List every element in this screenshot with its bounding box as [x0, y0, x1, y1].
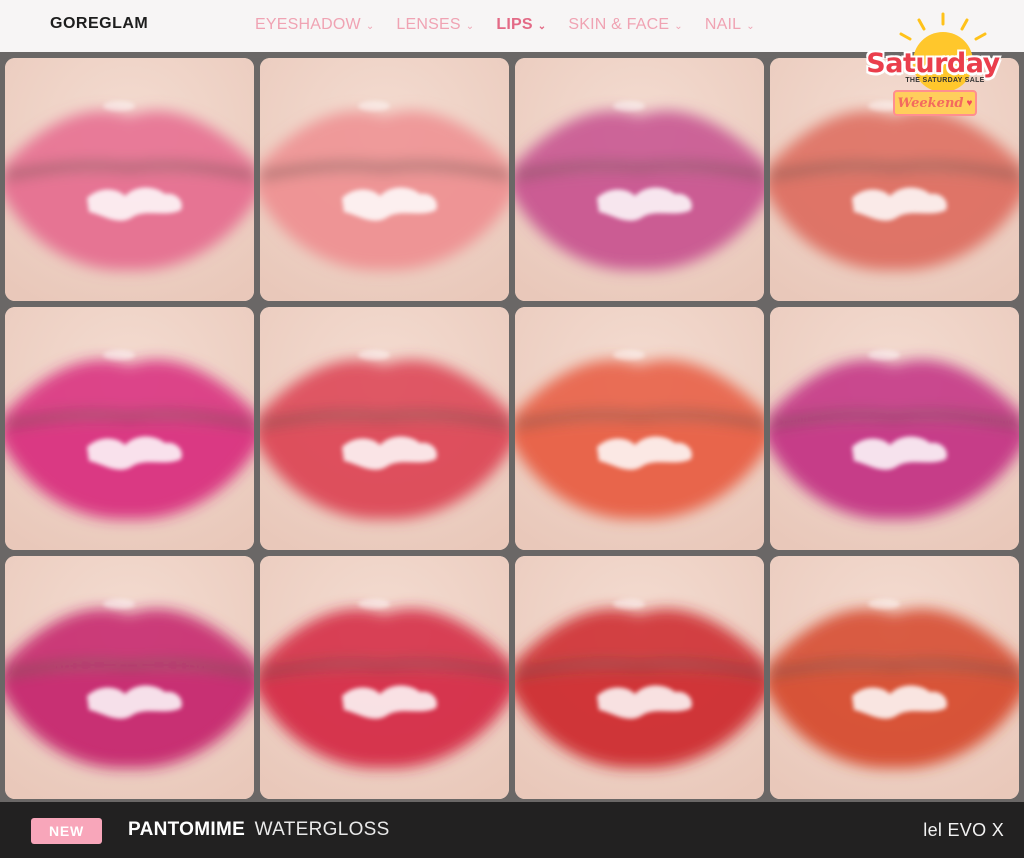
chevron-down-icon: ⌄ — [465, 20, 475, 32]
chevron-down-icon: ⌄ — [537, 20, 547, 32]
nav-item-skin-face[interactable]: SKIN & FACE ⌄ — [568, 16, 683, 34]
lip-swatch-image — [770, 307, 1019, 550]
product-name: PANTOMIME — [128, 819, 246, 840]
lip-swatch-image — [515, 58, 764, 301]
category-nav: EYESHADOW ⌄ LENSES ⌄ LIPS ⌄ SKIN & FACE ⌄ NAIL ⌄ — [255, 16, 777, 34]
lip-swatch-image — [5, 307, 254, 550]
lip-swatch-image — [260, 556, 509, 799]
nav-item-label: NAIL — [704, 16, 742, 33]
saturday-sale-badge: Saturday THE SATURDAY SALE Weekend ♥ — [857, 10, 1009, 122]
nav-item-eyeshadow[interactable]: EYESHADOW ⌄ — [255, 16, 374, 34]
lip-swatch-image — [515, 307, 764, 550]
lip-swatch-image — [260, 307, 509, 550]
lip-swatch[interactable] — [260, 58, 509, 301]
badge-subtitle: THE SATURDAY SALE — [905, 77, 985, 84]
chevron-down-icon: ⌄ — [674, 20, 683, 32]
nav-item-label: LIPS — [496, 16, 533, 33]
lip-swatch-image — [5, 58, 254, 301]
lip-swatch[interactable] — [515, 307, 764, 550]
new-tag: NEW — [31, 818, 102, 844]
nav-item-lips[interactable]: LIPS ⌄ — [496, 16, 546, 34]
product-footer: NEW PANTOMIME WATERGLOSS lel EVO X — [0, 802, 1024, 858]
nav-item-lenses[interactable]: LENSES ⌄ — [396, 16, 474, 34]
swatch-grid — [5, 58, 1019, 799]
heart-icon: ♥ — [966, 97, 973, 109]
nav-item-label: SKIN & FACE — [568, 16, 670, 33]
badge-weekend-pill: Weekend ♥ — [893, 90, 977, 116]
lip-swatch[interactable] — [5, 556, 254, 799]
product-title: PANTOMIME WATERGLOSS — [128, 819, 390, 841]
nav-item-nail[interactable]: NAIL ⌄ — [705, 16, 755, 34]
nav-item-label: EYESHADOW — [255, 16, 361, 33]
brand-logo[interactable]: GOREGLAM — [50, 15, 148, 33]
lip-swatch-image — [260, 58, 509, 301]
lip-swatch-image — [5, 556, 254, 799]
product-type: WATERGLOSS — [254, 819, 390, 840]
badge-title: Saturday — [866, 48, 1000, 79]
compatibility-label: lel EVO X — [923, 820, 1004, 840]
lip-swatch-image — [515, 556, 764, 799]
nav-item-label: LENSES — [396, 16, 461, 33]
lip-swatch[interactable] — [260, 556, 509, 799]
lip-swatch-image — [770, 556, 1019, 799]
lip-swatch[interactable] — [770, 307, 1019, 550]
chevron-down-icon: ⌄ — [746, 20, 755, 32]
lip-swatch[interactable] — [515, 556, 764, 799]
badge-pill-label: Weekend — [897, 95, 964, 111]
lip-swatch[interactable] — [515, 58, 764, 301]
lip-swatch[interactable] — [5, 307, 254, 550]
lip-swatch[interactable] — [260, 307, 509, 550]
lip-swatch[interactable] — [770, 556, 1019, 799]
chevron-down-icon: ⌄ — [365, 20, 375, 32]
lip-swatch[interactable] — [5, 58, 254, 301]
